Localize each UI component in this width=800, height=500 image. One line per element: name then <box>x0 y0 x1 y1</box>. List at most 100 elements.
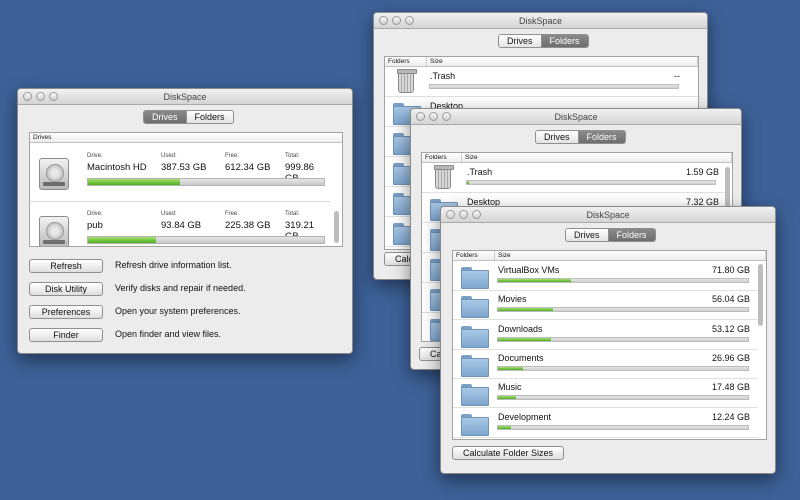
action-description: Verify disks and repair if needed. <box>115 283 246 293</box>
tab-folders[interactable]: Folders <box>185 111 233 123</box>
refresh-button[interactable]: Refresh <box>29 259 103 273</box>
free-value: 612.34 GB <box>225 162 271 173</box>
tab-drives[interactable]: Drives <box>144 111 186 123</box>
column-header: Drives <box>30 133 342 143</box>
column-folders[interactable]: Folders <box>385 57 427 66</box>
minimize-button[interactable] <box>429 112 438 121</box>
close-button[interactable] <box>23 92 32 101</box>
drive-row[interactable]: Drive: pub Used: 93.84 GB Free: 225.38 GB Tota… <box>30 202 330 246</box>
size-bar-fill <box>467 181 470 184</box>
free-label: Free: <box>225 153 240 159</box>
folder-icon <box>461 413 489 436</box>
folder-name: Music <box>498 382 522 393</box>
zoom-button[interactable] <box>49 92 58 101</box>
size-bar <box>497 395 749 401</box>
window-folders-front: DiskSpace Drives Folders Folders Size Vi… <box>440 206 776 474</box>
close-button[interactable] <box>379 16 388 25</box>
column-folders[interactable]: Folders <box>453 251 495 260</box>
action-description: Open finder and view files. <box>115 329 222 339</box>
titlebar[interactable]: DiskSpace <box>441 207 775 223</box>
minimize-button[interactable] <box>392 16 401 25</box>
view-tabs: Drives Folders <box>535 130 626 144</box>
hard-drive-icon <box>39 158 69 190</box>
total-label: Total: <box>285 153 300 159</box>
calculate-folder-sizes-button[interactable]: Calculate Folder Sizes <box>452 446 564 460</box>
scrollbar[interactable] <box>758 264 763 326</box>
scrollbar[interactable] <box>334 211 339 243</box>
tab-drives[interactable]: Drives <box>566 229 608 241</box>
list-item[interactable]: VirtualBox VMs 71.80 GB <box>453 262 758 291</box>
diskspace-app-icon <box>283 350 353 354</box>
minimize-button[interactable] <box>36 92 45 101</box>
list-item[interactable]: .Trash -- <box>385 68 698 97</box>
column-header: Folders Size <box>422 153 732 163</box>
drives-list: Drives Drive: Macintosh HD Used: 387.53 GB F… <box>29 132 343 247</box>
size-bar-fill <box>498 337 551 341</box>
list-item[interactable]: .Trash 1.59 GB <box>422 164 727 193</box>
column-size[interactable]: Size <box>462 153 732 162</box>
column-header: Folders Size <box>385 57 698 67</box>
zoom-button[interactable] <box>472 210 481 219</box>
column-header: Folders Size <box>453 251 766 261</box>
titlebar[interactable]: DiskSpace <box>374 13 707 29</box>
drive-label: Drive: <box>87 211 103 217</box>
used-label: Used: <box>161 153 177 159</box>
disk-utility-button[interactable]: Disk Utility <box>29 282 103 296</box>
folder-icon <box>461 267 489 289</box>
close-button[interactable] <box>446 210 455 219</box>
folder-size: 71.80 GB <box>711 265 750 275</box>
size-bar <box>497 278 749 283</box>
zoom-button[interactable] <box>405 16 414 25</box>
tab-drives[interactable]: Drives <box>536 131 578 143</box>
action-description: Refresh drive information list. <box>115 260 232 270</box>
list-item[interactable]: Development 12.24 GB <box>453 409 758 438</box>
column-size[interactable]: Size <box>427 57 698 66</box>
list-item[interactable]: Downloads 53.12 GB <box>453 321 758 350</box>
size-bar <box>429 84 679 89</box>
size-bar-fill <box>498 308 553 312</box>
list-item[interactable]: Movies 56.04 GB <box>453 291 758 321</box>
folder-icon <box>461 325 489 348</box>
list-item[interactable]: Documents 26.96 GB <box>453 350 758 379</box>
preferences-button[interactable]: Preferences <box>29 305 103 319</box>
zoom-button[interactable] <box>442 112 451 121</box>
action-description: Open your system preferences. <box>115 306 241 316</box>
column-size[interactable]: Size <box>495 251 766 260</box>
tab-folders[interactable]: Folders <box>540 35 588 47</box>
column-folders[interactable]: Folders <box>422 153 462 162</box>
tab-drives[interactable]: Drives <box>499 35 541 47</box>
minimize-button[interactable] <box>459 210 468 219</box>
size-bar-fill <box>498 279 571 282</box>
total-label: Total: <box>285 211 300 217</box>
trash-icon <box>397 69 417 93</box>
drive-label: Drive: <box>87 153 103 159</box>
titlebar[interactable]: DiskSpace <box>18 89 352 105</box>
folder-icon <box>461 384 489 407</box>
folder-size: 12.24 GB <box>711 411 750 422</box>
tab-folders[interactable]: Folders <box>607 229 655 241</box>
window-title: DiskSpace <box>554 112 598 122</box>
tab-folders[interactable]: Folders <box>577 131 625 143</box>
size-bar <box>497 424 749 430</box>
titlebar[interactable]: DiskSpace <box>411 109 741 125</box>
folder-size: 1.59 GB <box>685 167 719 177</box>
drive-name: Macintosh HD <box>87 162 147 173</box>
finder-button[interactable]: Finder <box>29 328 103 342</box>
size-bar <box>497 307 749 313</box>
folder-size: 26.96 GB <box>711 352 750 363</box>
window-title: DiskSpace <box>518 16 563 26</box>
column-drives[interactable]: Drives <box>30 133 342 142</box>
window-title: DiskSpace <box>586 210 630 220</box>
close-button[interactable] <box>416 112 425 121</box>
folder-name: .Trash <box>430 71 456 81</box>
folder-icon <box>461 354 489 377</box>
used-value: 93.84 GB <box>161 220 202 231</box>
folder-icon <box>461 296 489 319</box>
folder-name: VirtualBox VMs <box>498 265 560 275</box>
usage-bar <box>87 236 325 244</box>
list-item[interactable]: Music 17.48 GB <box>453 379 758 409</box>
size-bar-fill <box>498 396 516 400</box>
hard-drive-icon <box>39 216 69 246</box>
drive-row[interactable]: Drive: Macintosh HD Used: 387.53 GB Free: 612… <box>30 144 330 202</box>
free-value: 225.38 GB <box>225 220 271 231</box>
